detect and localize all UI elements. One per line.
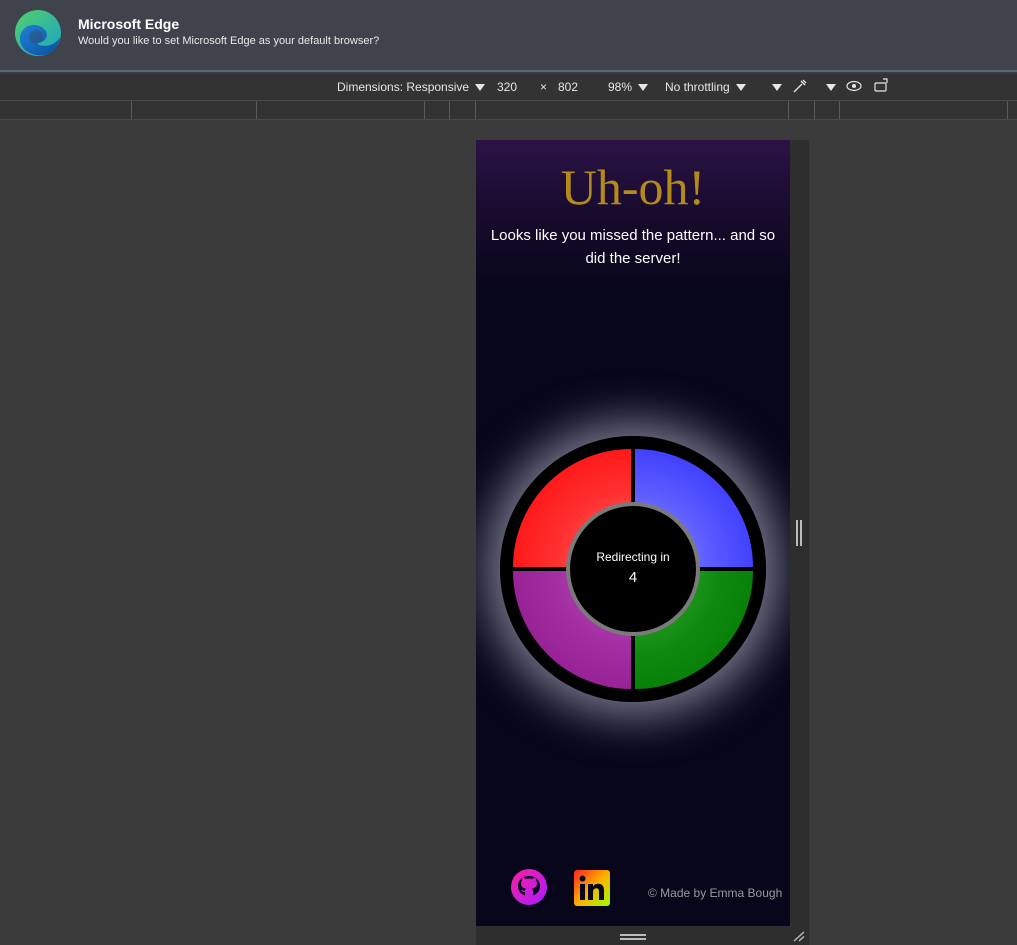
dimensions-dropdown[interactable]: Dimensions: Responsive xyxy=(337,80,486,94)
chevron-down-icon xyxy=(735,84,746,92)
ruler-tick xyxy=(788,101,789,119)
center-display: Redirecting in 4 xyxy=(566,502,700,636)
resize-corner-icon[interactable] xyxy=(792,930,806,942)
ruler-tick xyxy=(839,101,840,119)
footer-credit: © Made by Emma Bough xyxy=(648,886,783,900)
linkedin-icon[interactable] xyxy=(573,869,611,907)
zoom-dropdown[interactable]: 98% xyxy=(608,80,649,94)
ruler-tick xyxy=(814,101,815,119)
eyedropper-icon[interactable] xyxy=(792,78,808,94)
ruler-tick xyxy=(256,101,257,119)
resize-handle-bottom[interactable] xyxy=(620,934,646,940)
page-subtitle: Looks like you missed the pattern... and… xyxy=(490,227,776,267)
ruler-tick xyxy=(424,101,425,119)
simon-game-board: Redirecting in 4 xyxy=(500,436,766,702)
width-input[interactable]: 320 xyxy=(497,80,517,94)
chevron-down-icon xyxy=(826,84,836,92)
redirect-countdown: 4 xyxy=(628,569,638,586)
times-separator: × xyxy=(540,80,548,94)
chevron-down-icon xyxy=(772,84,782,92)
height-input[interactable]: 802 xyxy=(558,80,578,94)
redirect-label: Redirecting in xyxy=(596,550,670,564)
ruler-tick xyxy=(449,101,450,119)
media-query-ruler xyxy=(0,100,1017,120)
github-icon[interactable] xyxy=(510,868,548,906)
resize-handle-right[interactable] xyxy=(796,520,802,546)
ruler-tick xyxy=(131,101,132,119)
toolbar-menu-dropdown[interactable] xyxy=(820,80,836,94)
eye-icon[interactable] xyxy=(846,80,862,92)
throttling-dropdown[interactable]: No throttling xyxy=(665,80,746,94)
zoom-label: 98% xyxy=(608,80,633,94)
throttling-label: No throttling xyxy=(665,80,730,94)
chevron-down-icon xyxy=(475,84,486,92)
device-viewport: Uh-oh! Looks like you missed the pattern… xyxy=(476,140,790,926)
ruler-tick xyxy=(475,101,476,119)
dimensions-label: Dimensions: Responsive xyxy=(337,80,470,94)
rotate-device-icon[interactable] xyxy=(873,78,890,93)
ruler-tick xyxy=(1007,101,1008,119)
notification-message: Would you like to set Microsoft Edge as … xyxy=(78,35,380,47)
edge-logo-icon xyxy=(15,10,61,56)
default-browser-notification: Microsoft Edge Would you like to set Mic… xyxy=(0,0,1017,72)
chevron-down-icon xyxy=(638,84,649,92)
page-title: Uh-oh! xyxy=(560,159,706,215)
more-options-dropdown[interactable] xyxy=(766,80,782,94)
device-toolbar: Dimensions: Responsive 320 × 802 98% No … xyxy=(0,74,1017,100)
notification-title: Microsoft Edge xyxy=(78,16,180,32)
